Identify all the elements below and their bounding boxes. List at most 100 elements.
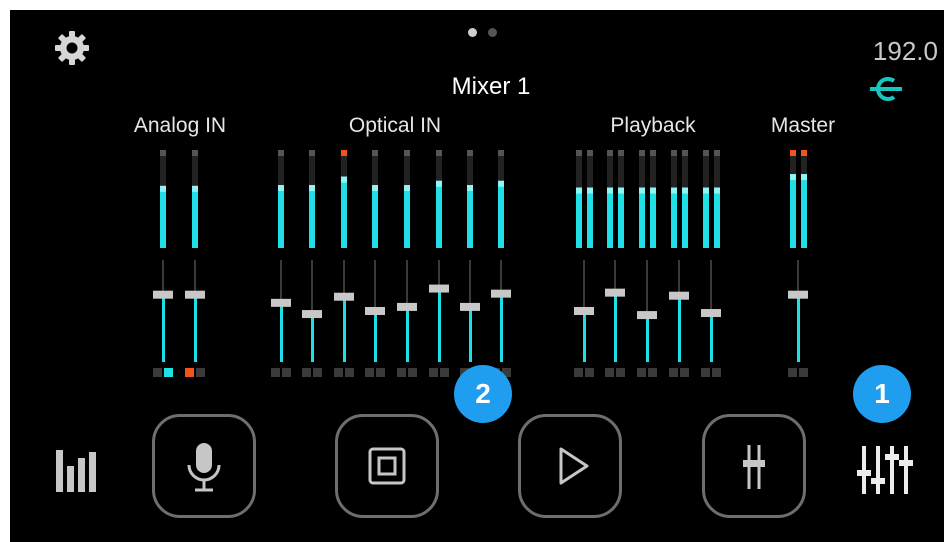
- peak-led: [618, 150, 624, 156]
- level-meter: [436, 180, 442, 248]
- level-meter: [372, 185, 378, 248]
- level-meter: [498, 180, 504, 248]
- peak-indicator: [801, 150, 807, 156]
- level-meter: [160, 185, 166, 248]
- meter-tip: [278, 185, 284, 191]
- solo-button[interactable]: [680, 368, 689, 377]
- solo-button[interactable]: [282, 368, 291, 377]
- fader-cap[interactable]: [429, 284, 449, 293]
- solo-button[interactable]: [164, 368, 173, 377]
- fader-cap[interactable]: [302, 310, 322, 319]
- meter-tip: [309, 185, 315, 191]
- peak-led: [498, 150, 504, 156]
- fader-level: [374, 311, 377, 362]
- fader-level: [646, 315, 649, 362]
- fader-cap[interactable]: [185, 290, 205, 299]
- mute-button[interactable]: [574, 368, 583, 377]
- meter-tip: [160, 185, 166, 192]
- mute-button[interactable]: [302, 368, 311, 377]
- fader-cap[interactable]: [153, 290, 173, 299]
- fader-cap[interactable]: [574, 307, 594, 315]
- peak-led: [372, 150, 378, 156]
- solo-button[interactable]: [616, 368, 625, 377]
- peak-led: [467, 150, 473, 156]
- meter-tip: [650, 187, 656, 194]
- input-tab-button[interactable]: [152, 414, 256, 518]
- solo-button[interactable]: [585, 368, 594, 377]
- mute-button[interactable]: [637, 368, 646, 377]
- mute-button[interactable]: [669, 368, 678, 377]
- mute-button[interactable]: [429, 368, 438, 377]
- fader-level: [280, 302, 283, 362]
- level-meter: [801, 174, 807, 248]
- fader-cap[interactable]: [491, 289, 511, 298]
- fader-cap[interactable]: [397, 302, 417, 311]
- meter-tip: [467, 185, 473, 191]
- fader-tab-button[interactable]: [702, 414, 806, 518]
- fader-cap[interactable]: [365, 307, 385, 315]
- mute-button[interactable]: [185, 368, 194, 377]
- level-meters-icon[interactable]: [54, 446, 102, 494]
- square-target-icon: [368, 447, 406, 485]
- solo-button[interactable]: [196, 368, 205, 377]
- mute-button[interactable]: [701, 368, 710, 377]
- meter-tip: [682, 187, 688, 194]
- level-meter: [714, 187, 720, 248]
- meter-tip: [404, 185, 410, 191]
- level-meter: [309, 185, 315, 248]
- level-meter: [682, 187, 688, 248]
- fader-cap[interactable]: [788, 290, 808, 299]
- fader-level: [194, 294, 197, 362]
- peak-led: [671, 150, 677, 156]
- playback-tab-button[interactable]: [518, 414, 622, 518]
- level-meter: [278, 185, 284, 248]
- fader-cap[interactable]: [460, 302, 480, 311]
- fader-cap[interactable]: [669, 291, 689, 300]
- solo-button[interactable]: [440, 368, 449, 377]
- solo-button[interactable]: [799, 368, 808, 377]
- meter-tip: [587, 187, 593, 194]
- mute-button[interactable]: [397, 368, 406, 377]
- fader-cap[interactable]: [701, 309, 721, 318]
- fader-cap[interactable]: [605, 288, 625, 297]
- peak-led: [192, 150, 198, 156]
- mute-button[interactable]: [788, 368, 797, 377]
- level-meter: [671, 187, 677, 248]
- mute-button[interactable]: [334, 368, 343, 377]
- peak-led: [404, 150, 410, 156]
- mute-button[interactable]: [271, 368, 280, 377]
- solo-button[interactable]: [345, 368, 354, 377]
- fader-cap[interactable]: [271, 298, 291, 307]
- solo-button[interactable]: [712, 368, 721, 377]
- peak-led: [650, 150, 656, 156]
- meter-tip: [618, 187, 624, 194]
- callout-badge-2: 2: [454, 365, 512, 423]
- solo-button[interactable]: [313, 368, 322, 377]
- peak-led: [639, 150, 645, 156]
- solo-button[interactable]: [648, 368, 657, 377]
- peak-led: [160, 150, 166, 156]
- peak-led: [703, 150, 709, 156]
- mixer-sliders-icon[interactable]: [856, 440, 916, 500]
- mute-button[interactable]: [365, 368, 374, 377]
- solo-button[interactable]: [408, 368, 417, 377]
- fader-level: [614, 292, 617, 362]
- fader-level: [162, 294, 165, 362]
- meter-tip: [372, 185, 378, 191]
- output-tab-button[interactable]: [335, 414, 439, 518]
- fader-level: [343, 296, 346, 362]
- solo-button[interactable]: [376, 368, 385, 377]
- level-meter: [607, 187, 613, 248]
- mute-button[interactable]: [153, 368, 162, 377]
- fader-cap[interactable]: [334, 292, 354, 301]
- mute-button[interactable]: [605, 368, 614, 377]
- fader-level: [406, 306, 409, 362]
- meter-tip: [607, 187, 613, 194]
- fader-cap[interactable]: [637, 311, 657, 320]
- level-meter: [587, 187, 593, 248]
- fader-level: [710, 313, 713, 362]
- level-meter: [576, 187, 582, 248]
- peak-led: [309, 150, 315, 156]
- peak-led: [576, 150, 582, 156]
- level-meter: [703, 187, 709, 248]
